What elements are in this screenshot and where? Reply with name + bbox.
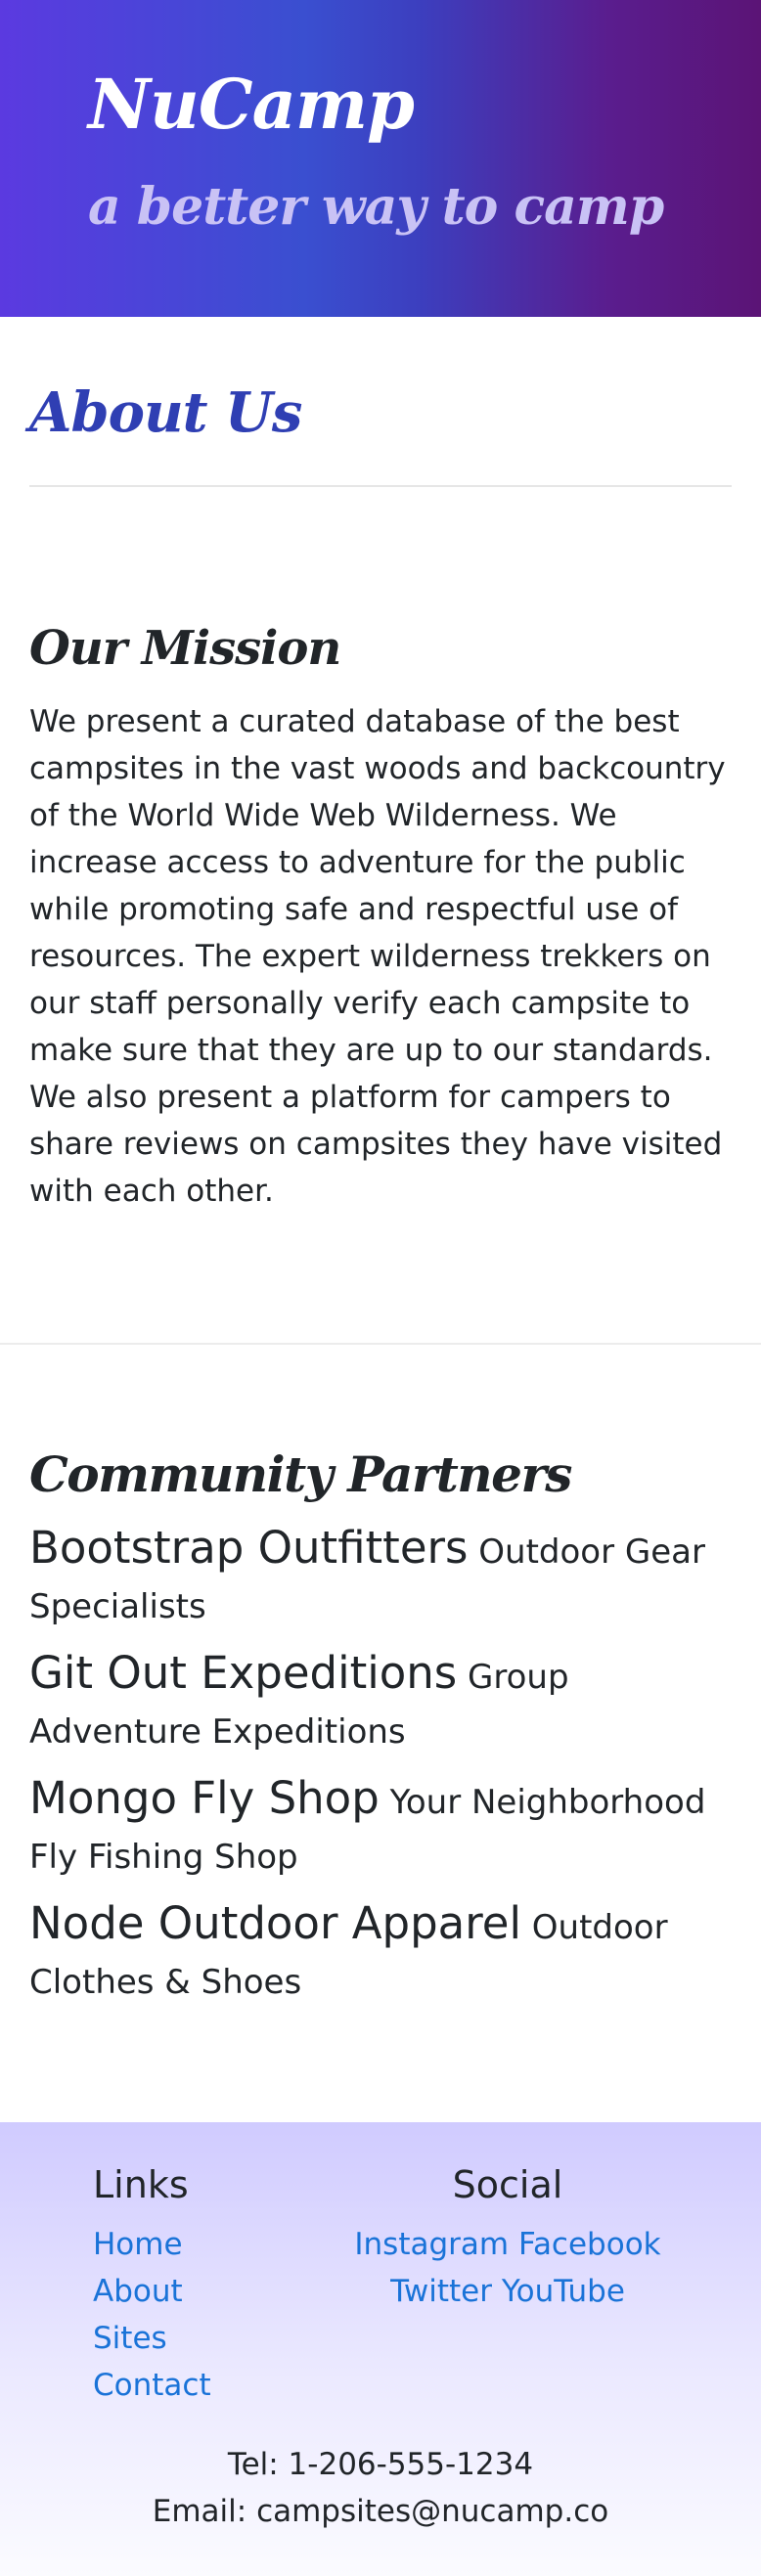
partner-name: Mongo Fly Shop [29,1772,380,1824]
footer-links-list: Home About Sites Contact [93,2221,211,2409]
footer-link-contact[interactable]: Contact [93,2362,211,2409]
partners-heading: Community Partners [29,1445,572,1503]
title-divider [29,485,732,487]
social-link-facebook[interactable]: Facebook [518,2227,661,2262]
partner-item: Git Out Expeditions Group Adventure Expe… [29,1646,748,1759]
contact-email[interactable]: Email: campsites@nucamp.co [0,2488,761,2535]
partner-name: Bootstrap Outfitters [29,1522,469,1574]
partner-item: Bootstrap Outfitters Outdoor Gear Specia… [29,1521,748,1634]
contact-phone[interactable]: Tel: 1-206-555-1234 [0,2441,761,2488]
social-link-youtube[interactable]: YouTube [502,2274,625,2309]
footer-social-heading: Social [452,2163,563,2206]
footer-link-about[interactable]: About [93,2268,211,2315]
footer-link-home[interactable]: Home [93,2221,211,2268]
social-link-twitter[interactable]: Twitter [390,2274,492,2309]
partner-item: Mongo Fly Shop Your Neighborhood Fly Fis… [29,1771,748,1885]
footer-social-list: Instagram Facebook Twitter YouTube [352,2221,663,2315]
footer-link-sites[interactable]: Sites [93,2315,211,2362]
mission-text: We present a curated database of the bes… [29,704,726,1209]
site-header: NuCamp a better way to camp [0,0,761,317]
page-title: About Us [29,380,302,445]
mission-heading: Our Mission [29,621,341,676]
footer-contact: Tel: 1-206-555-1234 Email: campsites@nuc… [0,2441,761,2535]
footer-links-heading: Links [93,2163,189,2206]
brand-tagline: a better way to camp [88,177,664,237]
partner-item: Node Outdoor Apparel Outdoor Clothes & S… [29,1896,748,2010]
partners-list: Bootstrap Outfitters Outdoor Gear Specia… [29,1521,748,2021]
brand-title[interactable]: NuCamp [88,61,415,149]
partner-name: Node Outdoor Apparel [29,1897,521,1949]
partner-name: Git Out Expeditions [29,1647,458,1699]
social-link-instagram[interactable]: Instagram [354,2227,509,2262]
section-divider [0,1343,761,1345]
